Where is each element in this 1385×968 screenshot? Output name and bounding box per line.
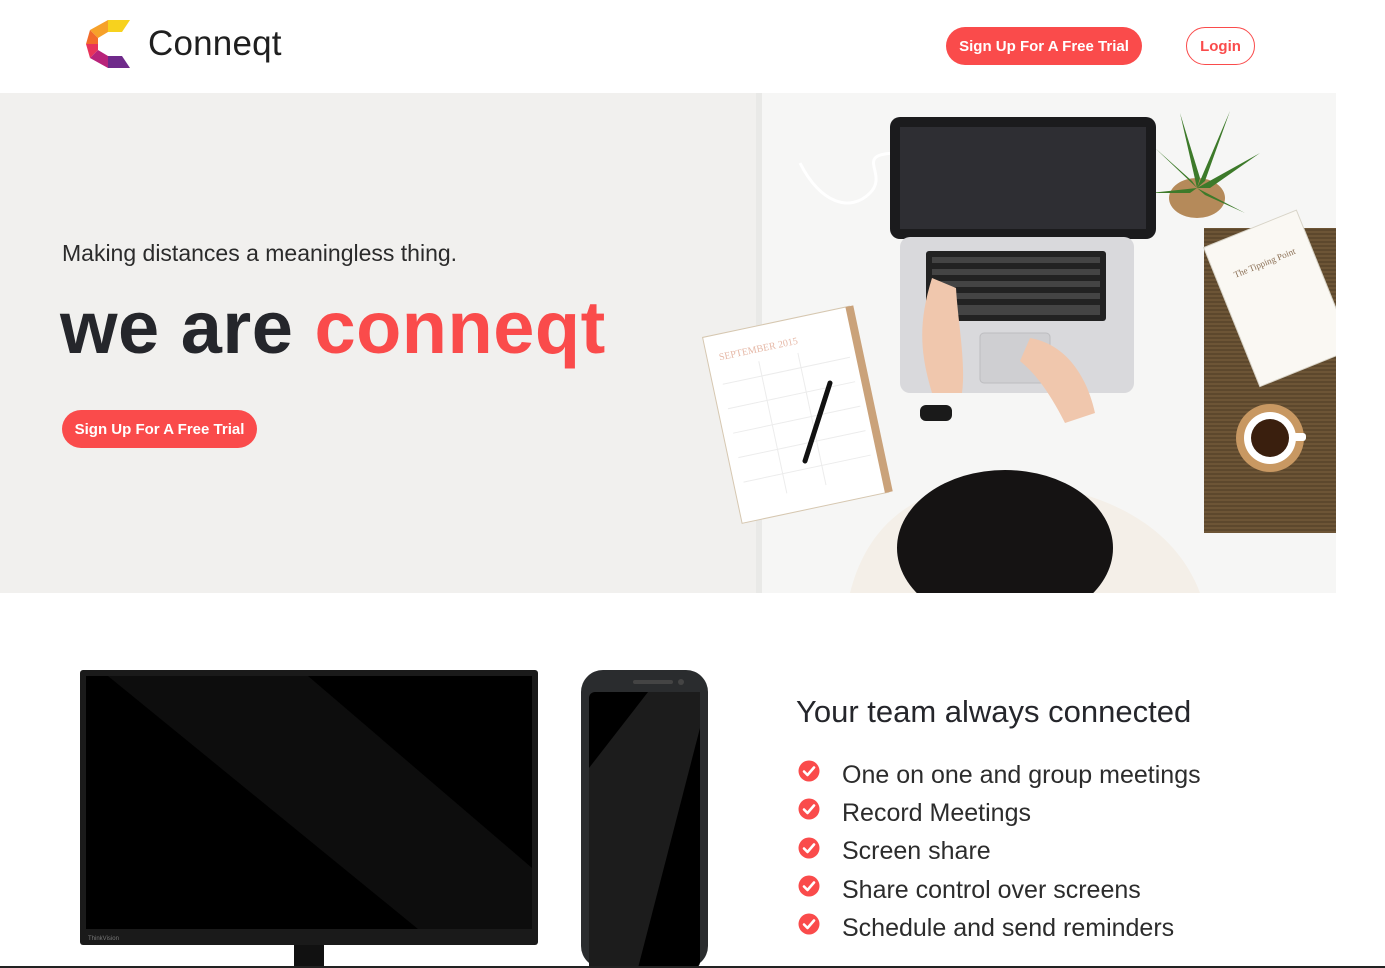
feature-text: Schedule and send reminders — [842, 913, 1175, 942]
hero-title: we are conneqt — [60, 285, 606, 370]
check-circle-icon — [798, 760, 820, 782]
check-circle-icon — [798, 837, 820, 859]
hero-subtitle: Making distances a meaningless thing. — [62, 240, 458, 266]
feature-text: One on one and group meetings — [842, 760, 1201, 789]
feature-item: Record Meetings — [798, 794, 1201, 832]
feature-item: Schedule and send reminders — [798, 909, 1201, 947]
navbar: Conneqt Sign Up For A Free Trial Login — [0, 0, 1385, 93]
feature-item: Screen share — [798, 833, 1201, 871]
workspace-photo: The Tipping Point SEPTEMBER 2015 — [702, 93, 1336, 593]
feature-text: Share control over screens — [842, 875, 1141, 904]
monitor-brand-text: ThinkVision — [88, 936, 119, 942]
hero-title-prefix: we are — [60, 286, 315, 369]
feature-item: Share control over screens — [798, 871, 1201, 909]
check-circle-icon — [798, 875, 820, 897]
feature-item: One on one and group meetings — [798, 756, 1201, 794]
hero-title-accent: conneqt — [314, 286, 606, 369]
login-button[interactable]: Login — [1186, 27, 1255, 65]
feature-list: One on one and group meetings Record Mee… — [798, 756, 1201, 947]
check-circle-icon — [798, 913, 820, 935]
features-title: Your team always connected — [796, 694, 1192, 729]
feature-text: Screen share — [842, 837, 991, 866]
devices-illustration: ThinkVision — [80, 670, 708, 968]
conneqt-logo-icon — [86, 20, 130, 68]
nav-signup-button[interactable]: Sign Up For A Free Trial — [946, 27, 1142, 65]
hero-signup-button[interactable]: Sign Up For A Free Trial — [62, 410, 257, 448]
brand-link[interactable]: Conneqt — [84, 18, 282, 70]
hero-section: Making distances a meaningless thing. we… — [0, 93, 1336, 593]
brand-name: Conneqt — [148, 24, 282, 63]
feature-text: Record Meetings — [842, 798, 1031, 827]
check-circle-icon — [798, 798, 820, 820]
